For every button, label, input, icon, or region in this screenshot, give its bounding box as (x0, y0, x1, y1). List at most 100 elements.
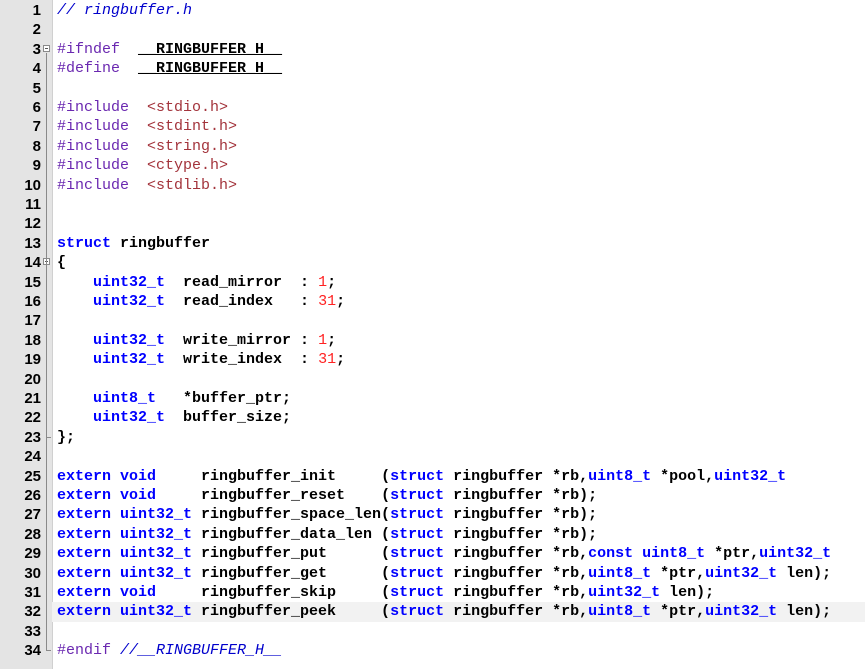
token: const uint8_t (588, 545, 706, 563)
token: #ifndef (57, 40, 121, 58)
token: ; (336, 293, 346, 310)
code-text: extern void ringbuffer_init (struct ring… (57, 467, 786, 486)
token: uint32_t (705, 564, 778, 582)
code-line[interactable]: 30 extern uint32_t ringbuffer_get (struct… (0, 564, 865, 583)
token: #endif (57, 642, 112, 660)
token: *buffer_ptr; (156, 390, 292, 407)
token: ringbuffer_init ( (156, 467, 391, 485)
token: ringbuffer_space_len( (192, 506, 391, 524)
code-text: }; (57, 428, 75, 447)
fold-guide-line (46, 52, 47, 642)
token: #define (57, 60, 121, 78)
line-number: 23 (24, 428, 41, 446)
token: uint32_t (714, 467, 787, 485)
code-line[interactable]: 16 uint32_t read_index : 31; (0, 292, 865, 311)
line-number: 10 (24, 176, 41, 194)
code-line[interactable]: 13 struct ringbuffer (0, 234, 865, 253)
code-text: extern void ringbuffer_reset (struct rin… (57, 486, 597, 505)
code-text: extern uint32_t ringbuffer_data_len (str… (57, 525, 597, 544)
token: ringbuffer *rb); (444, 487, 598, 504)
code-line[interactable]: 11 (0, 195, 865, 214)
code-line[interactable]: 17 (0, 311, 865, 330)
line-number: 19 (24, 351, 41, 369)
token: 31 (318, 293, 337, 310)
code-line[interactable]: 10 #include <stdlib.h> (0, 176, 865, 195)
code-line[interactable]: 23}; (0, 427, 865, 447)
fold-toggle-icon[interactable] (43, 44, 50, 52)
code-text: #include <stdint.h> (57, 117, 237, 136)
token: ringbuffer_put ( (192, 545, 391, 563)
code-line[interactable]: 26 extern void ringbuffer_reset (struct r… (0, 486, 865, 505)
token: uint32_t (588, 584, 661, 601)
code-line[interactable]: 24 (0, 447, 865, 466)
code-line[interactable]: 6 #include <stdio.h> (0, 98, 865, 117)
code-text: uint32_t read_index : 31; (57, 292, 345, 311)
code-line[interactable]: 31 extern void ringbuffer_skip (struct ri… (0, 583, 865, 602)
line-number: 29 (24, 545, 41, 563)
token: uint32_t (93, 409, 166, 427)
code-text: #endif //__RINGBUFFER_H__ (57, 641, 282, 660)
token: uint32_t (93, 293, 166, 310)
token: 1 (318, 273, 328, 291)
code-line[interactable]: 32 extern uint32_t ringbuffer_peek (struc… (0, 602, 865, 622)
token: *ptr, (651, 564, 706, 582)
line-number: 33 (24, 622, 41, 640)
code-line[interactable]: 12 (0, 214, 865, 233)
token: ringbuffer *rb); (444, 525, 598, 543)
code-line[interactable]: 20 (0, 370, 865, 389)
code-line[interactable]: 28 extern uint32_t ringbuffer_data_len (s… (0, 525, 865, 544)
token: extern uint32_t (57, 525, 193, 543)
token: <string.h> (147, 137, 238, 155)
line-number: 32 (24, 603, 41, 621)
token: *pool, (651, 467, 715, 485)
code-editor[interactable]: 1 // ringbuffer.h 2 3 #ifndef __RINGBUFFER_H… (0, 0, 865, 669)
token: uint8_t (588, 467, 652, 485)
token: extern void (57, 487, 157, 504)
code-line[interactable]: 14 { (0, 253, 865, 272)
code-line[interactable]: 29 extern uint32_t ringbuffer_put (struct… (0, 544, 865, 563)
code-line[interactable]: 7 #include <stdint.h> (0, 117, 865, 136)
token: read_mirror : (165, 273, 319, 291)
token: #include (57, 99, 130, 116)
code-line[interactable]: 25 extern void ringbuffer_init (struct ri… (0, 467, 865, 486)
token: #include (57, 176, 130, 194)
code-text: uint32_t buffer_size; (57, 408, 291, 427)
code-line[interactable]: 33 (0, 622, 865, 641)
token: len); (660, 584, 715, 601)
line-number: 14 (24, 254, 41, 272)
line-number: 5 (32, 79, 41, 97)
token: struct (390, 603, 445, 621)
code-line[interactable]: 22 uint32_t buffer_size; (0, 408, 865, 427)
code-line[interactable]: 8 #include <string.h> (0, 137, 865, 156)
token: struct (390, 545, 445, 563)
line-number: 25 (24, 467, 41, 485)
line-number: 15 (24, 273, 41, 291)
code-line[interactable]: 27 extern uint32_t ringbuffer_space_len(s… (0, 505, 865, 524)
code-line[interactable]: 34 #endif //__RINGBUFFER_H__ (0, 641, 865, 660)
code-line[interactable]: 18 uint32_t write_mirror : 1; (0, 331, 865, 350)
code-line[interactable]: 2 (0, 20, 865, 39)
line-number: 2 (32, 21, 41, 39)
code-text: // ringbuffer.h (57, 1, 192, 20)
line-number: 3 (32, 40, 41, 58)
token: uint8_t (588, 603, 652, 621)
code-line[interactable]: 9 #include <ctype.h> (0, 156, 865, 175)
code-line[interactable]: 21 uint8_t *buffer_ptr; (0, 389, 865, 408)
code-line[interactable]: 15 uint32_t read_mirror : 1; (0, 273, 865, 292)
code-line[interactable]: 19 uint32_t write_index : 31; (0, 350, 865, 369)
code-line[interactable]: 5 (0, 79, 865, 98)
token: ringbuffer *rb, (444, 603, 589, 621)
token: ringbuffer_peek ( (192, 603, 391, 621)
token: ; (327, 273, 337, 291)
code-line[interactable]: 1 // ringbuffer.h (0, 1, 865, 20)
code-line[interactable]: 4 #define __RINGBUFFER_H__ (0, 59, 865, 78)
token: extern uint32_t (57, 506, 193, 524)
code-line[interactable]: 3 #ifndef __RINGBUFFER_H__ (0, 40, 865, 59)
